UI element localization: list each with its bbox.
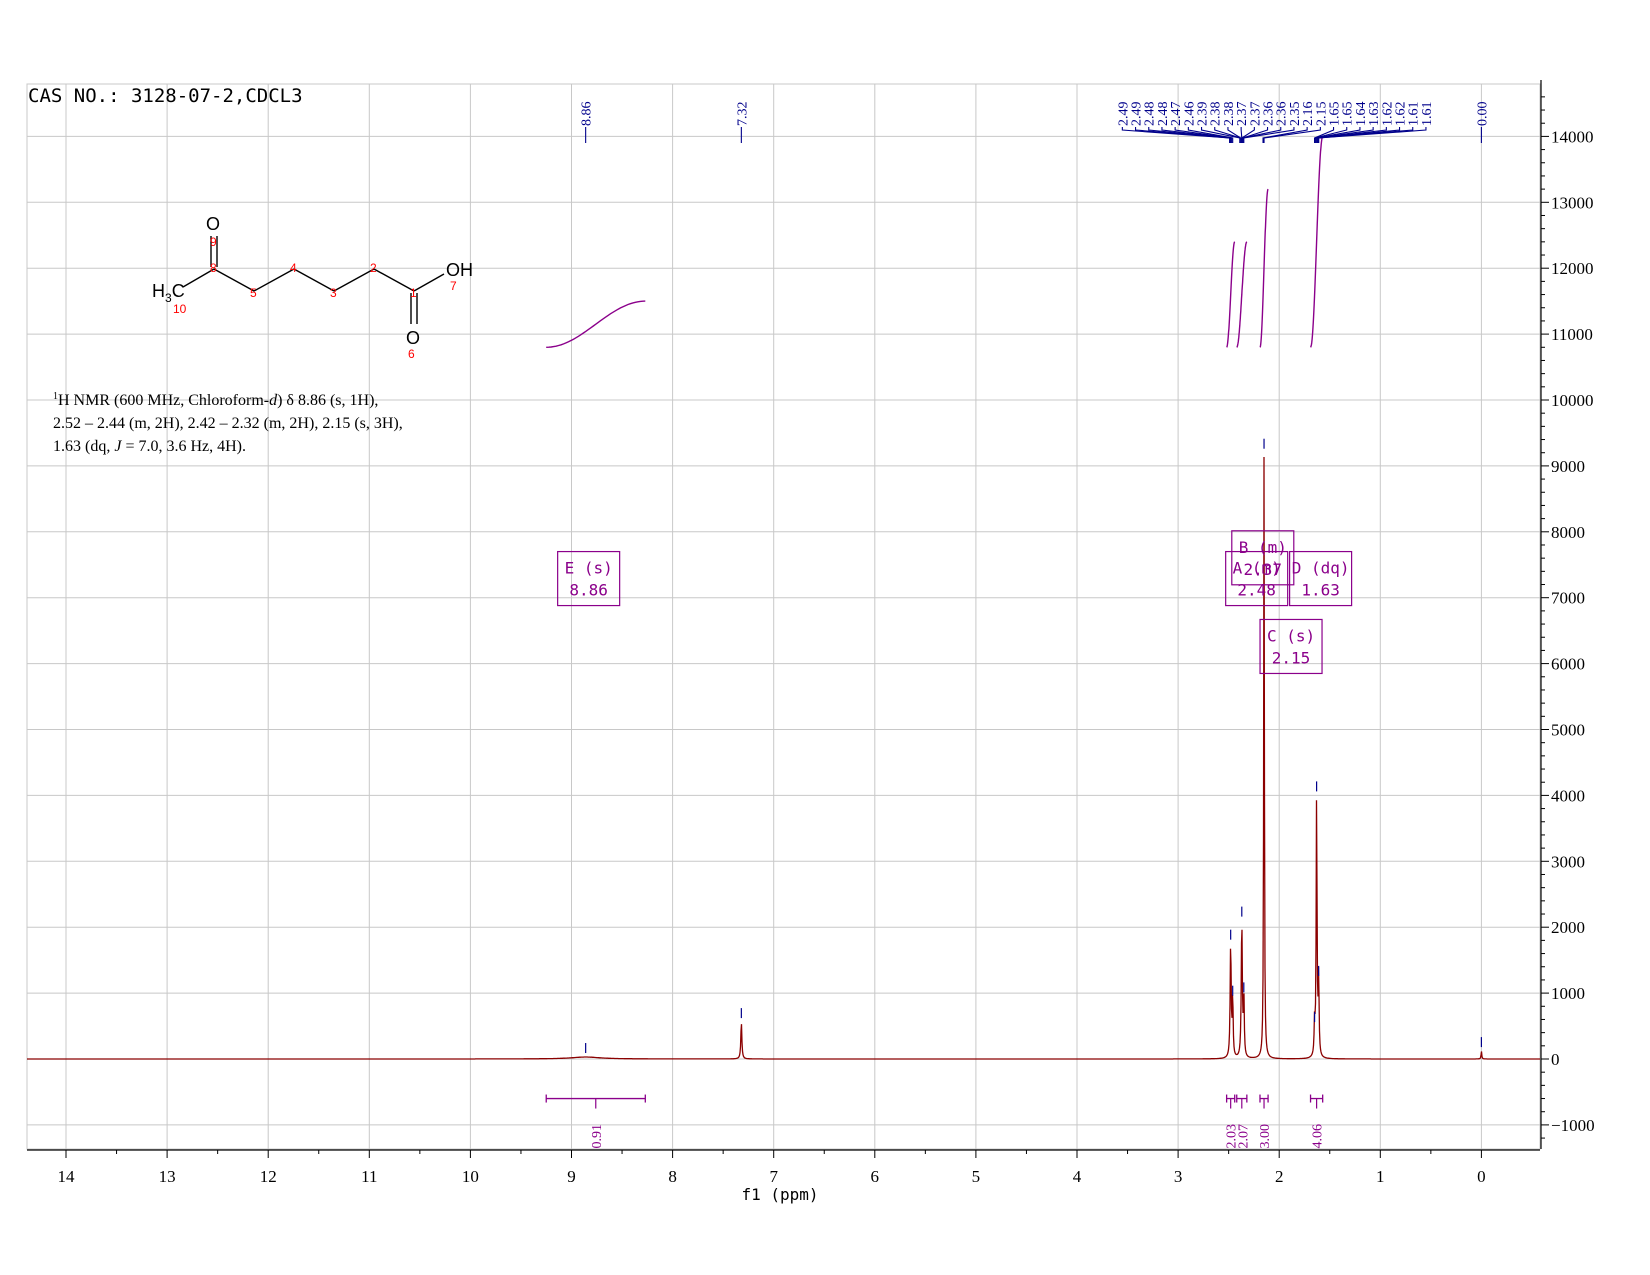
integral-curve <box>1236 241 1248 348</box>
multiplet-boxes: E (s)8.86B (m)2.37A (m)2.48D (dq)1.63C (… <box>557 530 1353 675</box>
multiplet-shift: 1.63 <box>1301 581 1340 600</box>
bond-8-5 <box>213 268 255 292</box>
y-tick-label: 1000 <box>1551 984 1585 1003</box>
x-tick-label: 10 <box>462 1167 479 1186</box>
y-tick-label: 2000 <box>1551 918 1585 937</box>
x-tick-label: 1 <box>1376 1167 1385 1186</box>
grid-lines <box>27 84 1540 1149</box>
multiplet-label: E (s) <box>565 559 613 578</box>
multiplet-label: D (dq) <box>1292 559 1350 578</box>
integral-curve <box>546 300 646 348</box>
peak-label: 0.00 <box>1475 102 1490 127</box>
bond-3-2 <box>333 268 375 292</box>
y-tick-label: 8000 <box>1551 523 1585 542</box>
y-tick-label: 6000 <box>1551 655 1585 674</box>
x-tick-label: 9 <box>567 1167 576 1186</box>
x-tick-label: 12 <box>260 1167 277 1186</box>
y-tick-label: −1000 <box>1551 1116 1595 1135</box>
y-tick-label: 5000 <box>1551 721 1585 740</box>
x-tick-label: 13 <box>159 1167 176 1186</box>
multiplet-shift: 8.86 <box>569 581 608 600</box>
molecule-structure <box>182 236 445 324</box>
bond-1-7 <box>413 273 445 292</box>
atom-o-bottom: O <box>406 328 420 348</box>
atom-number-7: 7 <box>450 279 457 293</box>
integral-bars: 0.91 2.032.07 3.00 4.06 <box>545 1094 1326 1149</box>
integral-value: 0.91 <box>590 1124 605 1149</box>
atom-number-2: 2 <box>370 261 377 275</box>
integral-value: 2.07 <box>1237 1124 1252 1149</box>
atom-o-top: O <box>206 214 220 234</box>
peak-label: 7.32 <box>735 102 750 127</box>
integral-value: 3.00 <box>1258 1124 1273 1149</box>
nmr-description-line3: 1.63 (dq, J = 7.0, 3.6 Hz, 4H). <box>53 438 246 455</box>
spectrum-trace <box>27 456 1540 1060</box>
axes: 14 13 12 11 10 9 8 7 6 5 4 3 2 1 014000130001200011000… <box>27 80 1595 1186</box>
x-tick-label: 14 <box>58 1167 76 1186</box>
y-tick-label: 3000 <box>1551 852 1585 871</box>
y-tick-label: 10000 <box>1551 391 1594 410</box>
x-tick-label: 2 <box>1275 1167 1284 1186</box>
integral-curve <box>1310 135 1324 348</box>
bond-4-3 <box>293 268 335 292</box>
x-tick-label: 7 <box>769 1167 778 1186</box>
multiplet-shift: 2.15 <box>1272 648 1311 667</box>
multiplet-label: C (s) <box>1267 626 1315 645</box>
nmr-description-line1: 1H NMR (600 MHz, Chloroform-d) δ 8.86 (s… <box>53 391 378 409</box>
x-tick-label: 8 <box>668 1167 677 1186</box>
peak-label-leader <box>1263 127 1321 143</box>
y-tick-label: 11000 <box>1551 325 1593 344</box>
y-tick-label: 14000 <box>1551 127 1594 146</box>
x-tick-label: 0 <box>1477 1167 1486 1186</box>
y-tick-label: 9000 <box>1551 457 1585 476</box>
multiplet-label: A (m) <box>1233 559 1281 578</box>
nmr-spectrum-chart: 14 13 12 11 10 9 8 7 6 5 4 3 2 1 014000130001200011000… <box>26 80 1595 1204</box>
atom-oh: OH <box>446 260 473 280</box>
atom-number-8: 8 <box>210 261 217 275</box>
integral-curves <box>546 135 1324 348</box>
atom-number-9: 9 <box>210 235 217 249</box>
peak-label: 1.61 <box>1420 102 1435 127</box>
cas-title: CAS NO.: 3128-07-2,CDCL3 <box>28 85 303 107</box>
y-tick-label: 0 <box>1551 1050 1560 1069</box>
plot-frame <box>26 83 1541 1150</box>
atom-number-3: 3 <box>330 286 337 300</box>
atom-number-10: 10 <box>173 302 187 316</box>
x-axis-label: f1 (ppm) <box>741 1185 818 1204</box>
atom-number-6: 6 <box>408 347 415 361</box>
peak-label: 8.86 <box>580 102 595 127</box>
multiplet-shift: 2.48 <box>1237 581 1276 600</box>
x-tick-label: 11 <box>361 1167 377 1186</box>
nmr-description-line2: 2.52 – 2.44 (m, 2H), 2.42 – 2.32 (m, 2H)… <box>53 415 403 432</box>
x-tick-label: 4 <box>1073 1167 1082 1186</box>
y-tick-label: 12000 <box>1551 259 1594 278</box>
y-tick-label: 13000 <box>1551 193 1594 212</box>
y-tick-label: 7000 <box>1551 589 1585 608</box>
bond-5-4 <box>253 268 295 292</box>
integral-value: 4.06 <box>1311 1124 1326 1149</box>
x-tick-label: 6 <box>871 1167 880 1186</box>
y-tick-label: 4000 <box>1551 786 1585 805</box>
x-tick-label: 3 <box>1174 1167 1183 1186</box>
bond-2-1 <box>373 268 415 292</box>
integral-curve <box>1226 241 1236 348</box>
atom-number-1: 1 <box>410 286 417 300</box>
atom-number-5: 5 <box>250 286 257 300</box>
atom-number-4: 4 <box>290 261 297 275</box>
x-tick-label: 5 <box>972 1167 981 1186</box>
